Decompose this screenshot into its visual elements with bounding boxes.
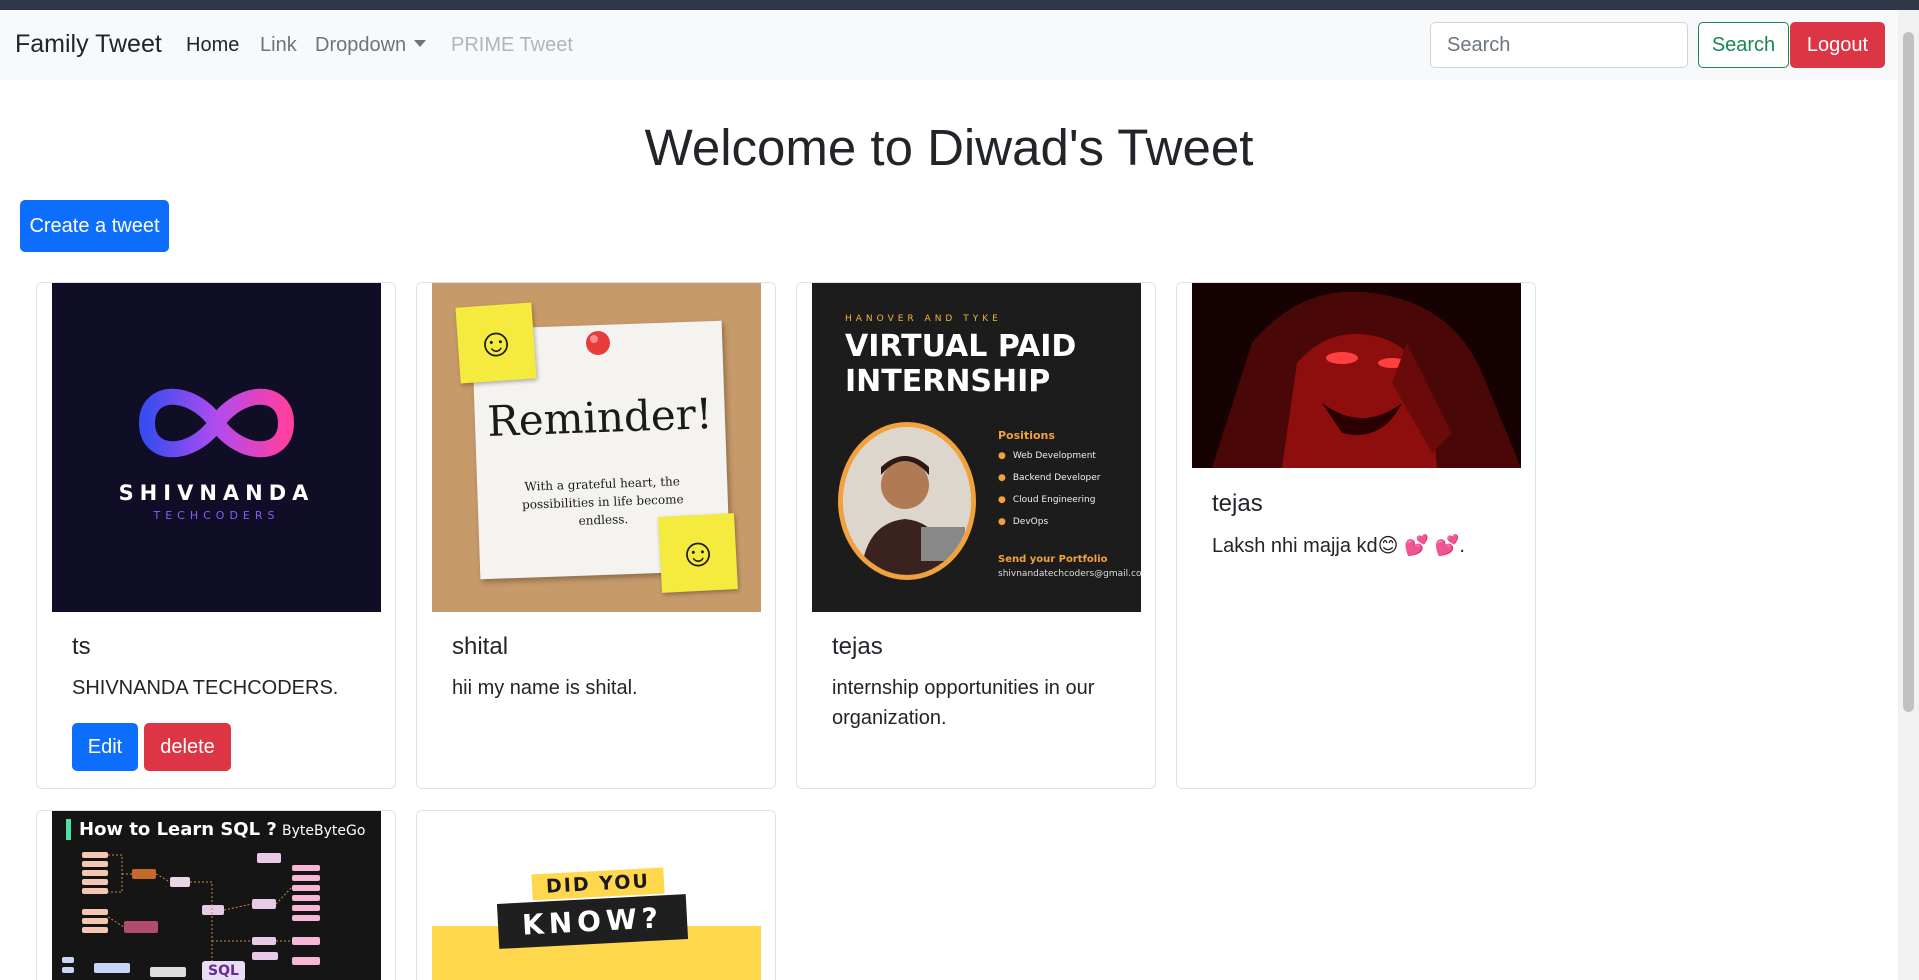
nav-link-home[interactable]: Home [186, 34, 239, 57]
nav-link-link[interactable]: Link [260, 34, 297, 57]
contact-email: shivnandatechcoders@gmail.com [998, 569, 1141, 579]
person-photo [838, 422, 976, 580]
sql-mindmap-diagram [62, 852, 320, 977]
tweet-image: Reminder! With a grateful heart, the pos… [432, 283, 761, 612]
tweet-card: How to Learn SQL ? ByteByteGo SQL [36, 810, 396, 980]
tweet-image: SHIVNANDA TECHCODERS [52, 283, 381, 612]
tweet-author: shital [452, 633, 509, 660]
tweet-author: tejas [832, 633, 883, 660]
tweet-image: HANOVER AND TYKE VIRTUAL PAID INTERNSHIP… [812, 283, 1141, 612]
tweet-text: SHIVNANDA TECHCODERS. [72, 677, 339, 699]
position-item: Backend Developer [998, 473, 1101, 483]
hooded-face-image [1192, 283, 1521, 468]
tweet-author: tejas [1212, 490, 1263, 517]
tweet-card: Reminder! With a grateful heart, the pos… [416, 282, 776, 789]
send-portfolio-label: Send your Portfolio [998, 554, 1108, 565]
pushpin-icon [586, 331, 610, 355]
tweet-author: ts [72, 633, 91, 660]
scrollbar[interactable] [1898, 10, 1919, 980]
position-item: DevOps [998, 517, 1048, 527]
create-tweet-button[interactable]: Create a tweet [20, 200, 169, 252]
navbar-brand[interactable]: Family Tweet [15, 30, 162, 59]
tweet-card: SHIVNANDA TECHCODERS ts SHIVNANDA TECHCO… [36, 282, 396, 789]
tweet-card: tejas Laksh nhi majja kd😊 💕 💕. [1176, 282, 1536, 789]
internship-headline: VIRTUAL PAID INTERNSHIP [845, 329, 1077, 399]
bytebytego-logo: ByteByteGo [282, 823, 366, 839]
tweet-card: HANOVER AND TYKE VIRTUAL PAID INTERNSHIP… [796, 282, 1156, 789]
positions-label: Positions [998, 429, 1055, 442]
logo-subword: TECHCODERS [153, 509, 280, 522]
company-name: HANOVER AND TYKE [845, 314, 1002, 324]
chevron-down-icon [414, 40, 427, 47]
nav-link-prime-tweet: PRIME Tweet [451, 34, 573, 56]
browser-top-strip [0, 0, 1919, 10]
position-item: Cloud Engineering [998, 495, 1096, 505]
reminder-title: Reminder! [486, 389, 714, 446]
nav-dropdown-label: Dropdown [315, 34, 407, 56]
edit-button[interactable]: Edit [72, 723, 138, 771]
navbar: Family Tweet Home Link Dropdown PRIME Tw… [0, 10, 1898, 80]
position-item: Web Development [998, 451, 1096, 461]
tweet-text: Laksh nhi majja kd😊 💕 💕. [1212, 535, 1465, 557]
scrollbar-thumb[interactable] [1903, 32, 1914, 712]
infinity-logo-icon [138, 388, 295, 458]
sql-node: SQL [202, 961, 245, 980]
person-icon [843, 427, 971, 575]
tweet-text: hii my name is shital. [452, 677, 638, 699]
search-button[interactable]: Search [1698, 22, 1789, 68]
nav-dropdown[interactable]: Dropdown [315, 34, 427, 57]
tweet-image: DID YOU KNOW? [432, 811, 761, 980]
smiley-note-icon: ☺ [658, 513, 738, 593]
search-input[interactable] [1430, 22, 1688, 68]
tweet-image: How to Learn SQL ? ByteByteGo SQL [52, 811, 381, 980]
delete-button[interactable]: delete [144, 723, 231, 771]
logo-word: SHIVNANDA [118, 481, 315, 505]
sql-title: How to Learn SQL ? [66, 819, 277, 840]
smiley-note-icon: ☺ [455, 302, 537, 384]
logout-button[interactable]: Logout [1790, 22, 1885, 68]
tweet-card: DID YOU KNOW? [416, 810, 776, 980]
tweet-text: internship opportunities in our organiza… [832, 677, 1095, 729]
tweet-image [1192, 283, 1521, 468]
page-title: Welcome to Diwad's Tweet [644, 119, 1254, 176]
